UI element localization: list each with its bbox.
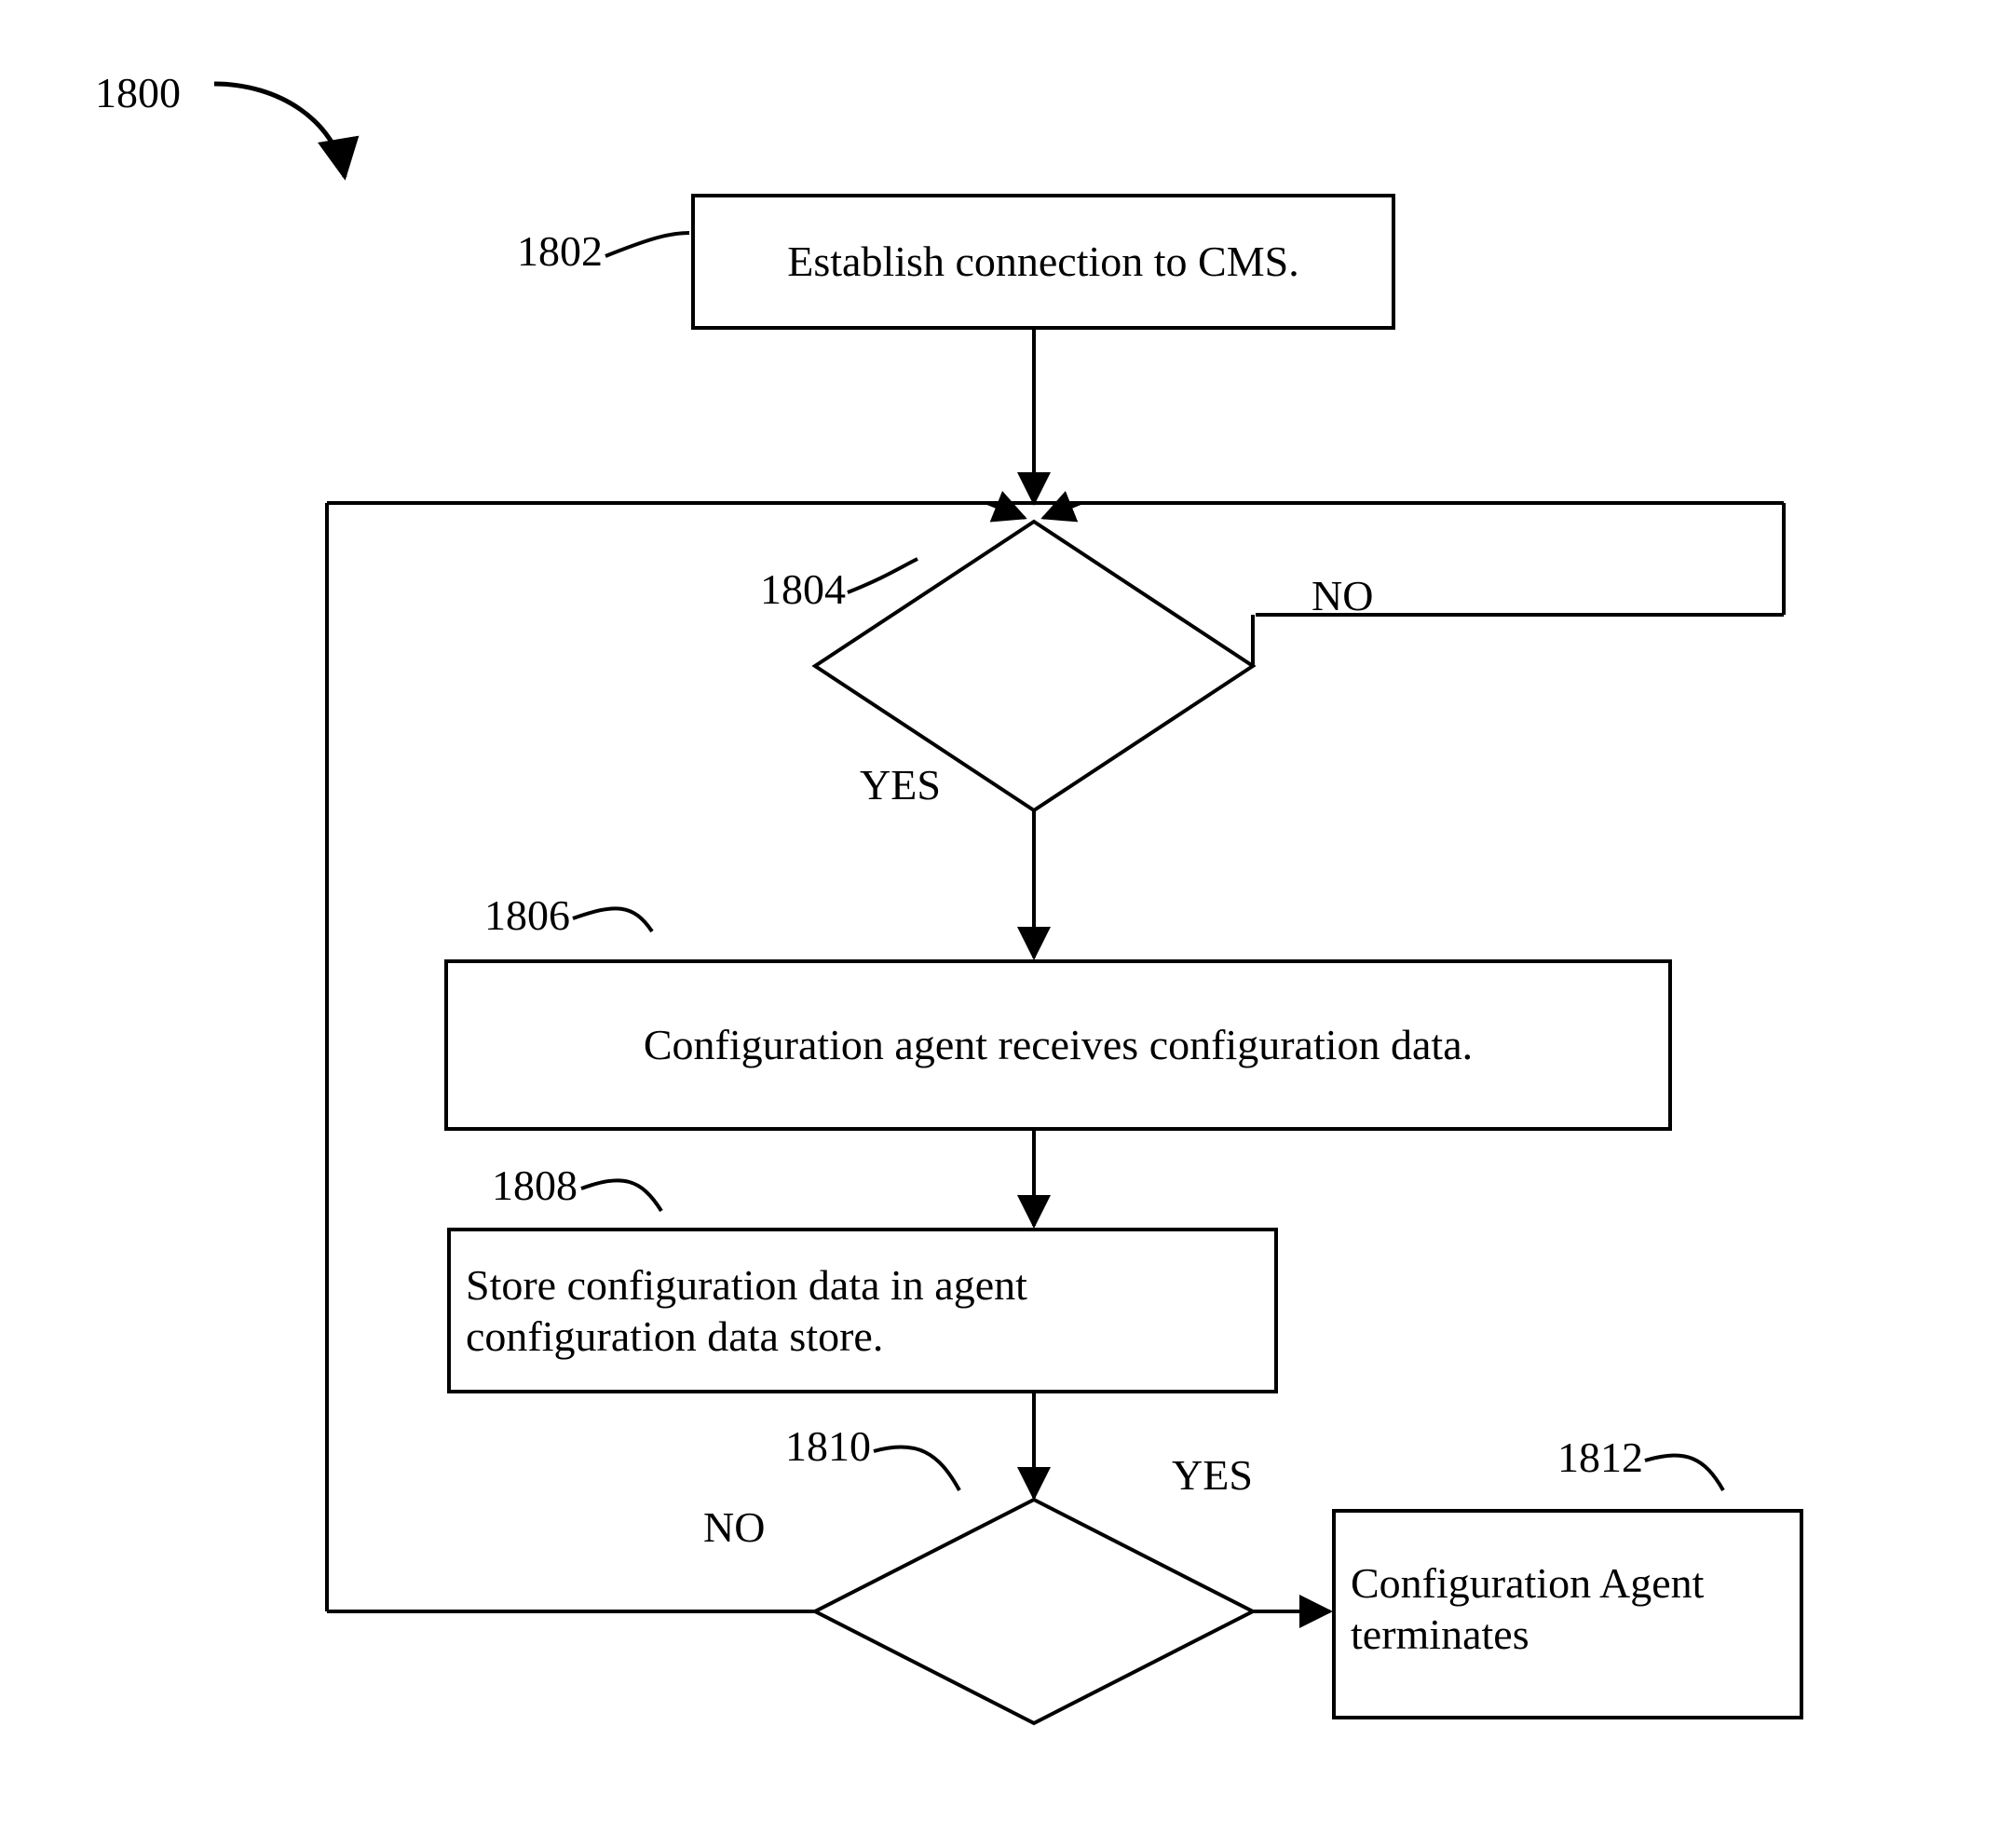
decision-1804-ref: 1804 [760, 566, 846, 614]
figure-ref-arrow [214, 84, 345, 177]
ref-1802-hook [605, 233, 689, 256]
figure-ref-label: 1800 [95, 70, 181, 117]
flowchart: 1800 Establish connection to CMS. 1802 C… [0, 0, 1998, 1848]
step-1808-ref: 1808 [492, 1162, 578, 1210]
step-1808-text: Store configuration data in agent config… [466, 1259, 1259, 1362]
step-1812-ref: 1812 [1557, 1434, 1643, 1482]
ref-1808-hook [581, 1180, 661, 1211]
decision-1810-ref: 1810 [785, 1423, 871, 1471]
step-1806-ref: 1806 [484, 892, 570, 940]
step-1808: Store configuration data in agent config… [447, 1228, 1278, 1393]
step-1812-text: Configuration Agent terminates [1351, 1557, 1785, 1660]
step-1802: Establish connection to CMS. [691, 194, 1395, 330]
decision-1810-no: NO [703, 1504, 765, 1552]
decision-1810-text: Disable? [909, 1585, 1151, 1637]
decision-1810-yes: YES [1172, 1452, 1253, 1500]
decision-1804-no: NO [1312, 573, 1373, 620]
step-1812: Configuration Agent terminates [1332, 1509, 1803, 1719]
decision-1810-shape [815, 1500, 1253, 1723]
ref-1804-hook [848, 559, 917, 592]
ref-1812-hook [1645, 1456, 1723, 1490]
step-1806-text: Configuration agent receives configurati… [644, 1019, 1473, 1070]
step-1802-text: Establish connection to CMS. [787, 236, 1298, 287]
ref-1810-hook [874, 1447, 959, 1490]
decision-1804-text: Configuration data? [877, 613, 1194, 715]
decision-1804-yes: YES [860, 762, 941, 809]
step-1806: Configuration agent receives configurati… [444, 959, 1672, 1131]
step-1802-ref: 1802 [517, 228, 603, 276]
ref-1806-hook [573, 908, 652, 931]
